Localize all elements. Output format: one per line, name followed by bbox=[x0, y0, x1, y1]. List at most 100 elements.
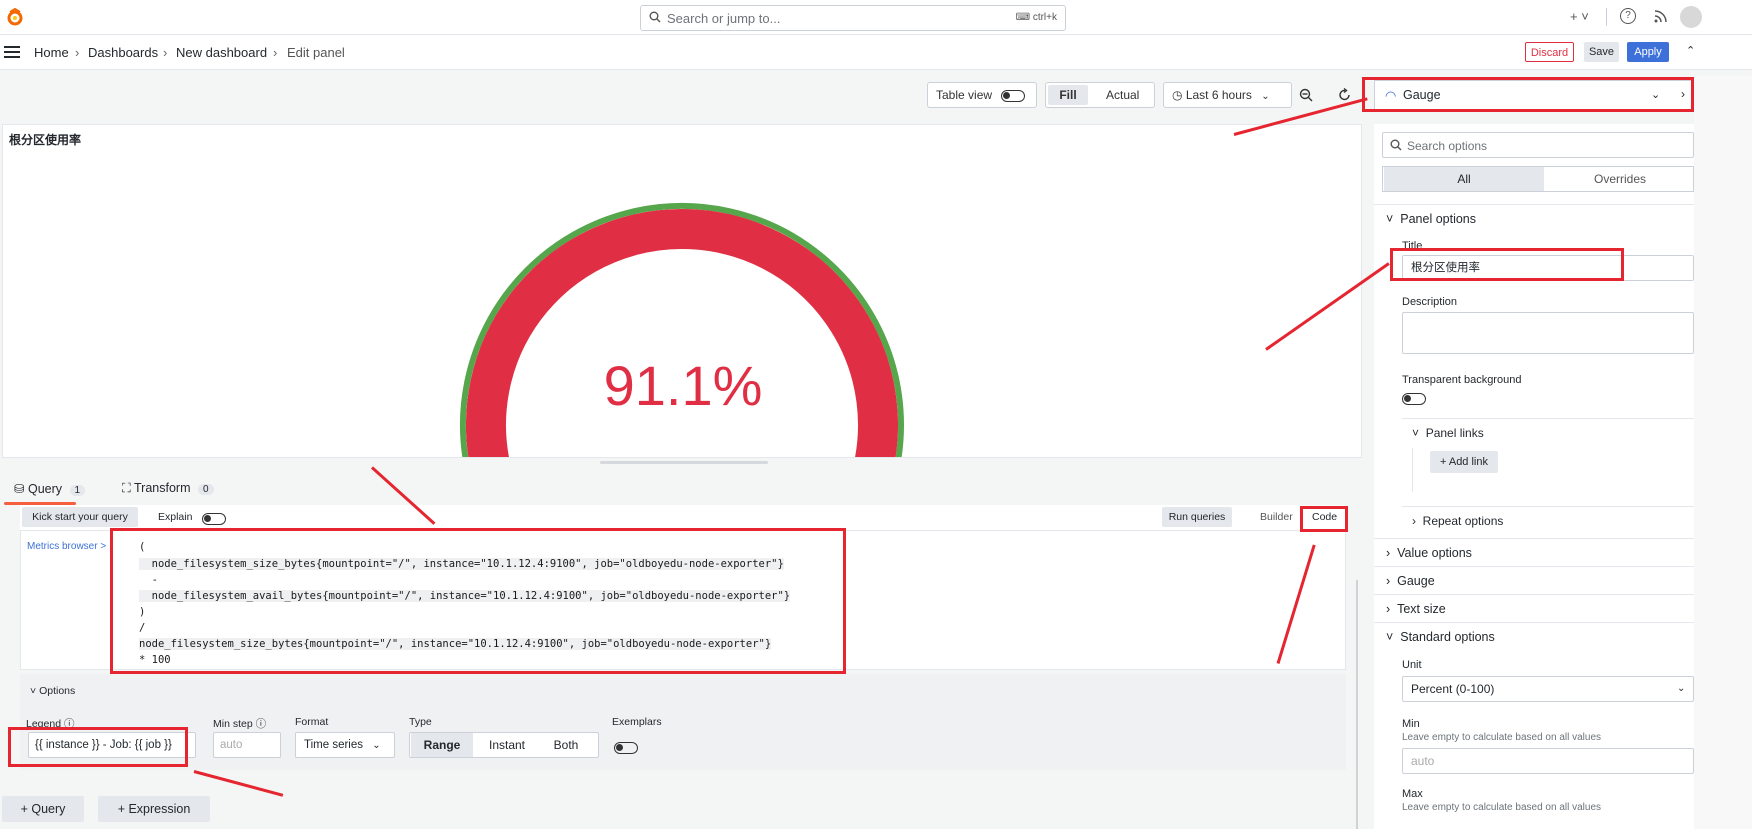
annotation-arrow bbox=[193, 770, 284, 797]
actual-option[interactable]: Actual bbox=[1106, 83, 1139, 107]
format-value: Time series bbox=[304, 739, 363, 751]
format-select[interactable]: Time series ⌄ bbox=[295, 732, 395, 758]
breadcrumb-separator: › bbox=[75, 45, 80, 60]
min-step-input[interactable]: auto bbox=[213, 732, 281, 758]
hamburger-menu-icon[interactable] bbox=[4, 45, 20, 59]
min-step-label: Min step ⓘ bbox=[213, 718, 267, 730]
options-tabs: All Overrides bbox=[1382, 166, 1694, 192]
unit-select[interactable]: Percent (0-100) ⌄ bbox=[1402, 676, 1694, 702]
fill-option[interactable]: Fill bbox=[1048, 85, 1088, 105]
toggle-switch[interactable] bbox=[1001, 89, 1026, 102]
help-icon[interactable]: ? bbox=[1620, 8, 1636, 24]
transparent-background-label: Transparent background bbox=[1402, 374, 1522, 386]
type-both-option[interactable]: Both bbox=[538, 733, 594, 757]
database-icon: ⛁ bbox=[14, 482, 25, 496]
new-menu-button[interactable]: + ˅ bbox=[1570, 9, 1589, 24]
run-queries-button[interactable]: Run queries bbox=[1162, 507, 1232, 527]
type-range-option[interactable]: Range bbox=[411, 733, 473, 757]
unit-label: Unit bbox=[1402, 659, 1422, 671]
metrics-browser-link[interactable]: Metrics browser > bbox=[27, 541, 106, 552]
exemplars-label: Exemplars bbox=[612, 716, 662, 728]
breadcrumb-edit-panel: Edit panel bbox=[287, 45, 345, 60]
tab-overrides[interactable]: Overrides bbox=[1547, 167, 1693, 191]
query-editor-header: Kick start your query Explain Run querie… bbox=[20, 505, 1346, 530]
scrollbar[interactable] bbox=[1356, 580, 1358, 829]
breadcrumb-separator: › bbox=[273, 45, 278, 60]
section-panel-links-label: Panel links bbox=[1425, 426, 1484, 440]
avatar[interactable] bbox=[1680, 6, 1702, 28]
add-link-button[interactable]: + Add link bbox=[1430, 451, 1498, 473]
section-panel-options[interactable]: ˅ Panel options bbox=[1386, 212, 1476, 226]
transform-count-badge: 0 bbox=[198, 484, 214, 495]
kick-start-button[interactable]: Kick start your query bbox=[22, 507, 138, 527]
type-label: Type bbox=[409, 716, 432, 728]
query-tabs: ⛁ Query 1 ⛶ Transform 0 bbox=[0, 474, 1360, 505]
tab-transform[interactable]: ⛶ Transform 0 bbox=[122, 481, 214, 496]
refresh-icon[interactable] bbox=[1338, 88, 1352, 102]
tab-query[interactable]: ⛁ Query 1 bbox=[14, 481, 86, 496]
collapse-icon[interactable]: ⌃ bbox=[1686, 44, 1695, 57]
annotation-box-code bbox=[1300, 506, 1348, 532]
min-input[interactable]: auto bbox=[1402, 748, 1694, 774]
add-query-button[interactable]: + Query bbox=[2, 796, 84, 822]
discard-button[interactable]: Discard bbox=[1525, 42, 1574, 62]
section-gauge[interactable]: › Gauge bbox=[1386, 574, 1435, 588]
transparent-background-toggle[interactable] bbox=[1402, 392, 1426, 405]
query-options: ˅ Options Legend ⓘ {{ instance }} - Job:… bbox=[20, 674, 1346, 770]
search-input[interactable]: Search or jump to... ⌨ ctrl+k bbox=[640, 5, 1066, 31]
section-repeat-options[interactable]: › Repeat options bbox=[1412, 514, 1503, 528]
fill-actual-switch: Fill Actual bbox=[1045, 82, 1155, 108]
explain-toggle[interactable] bbox=[202, 512, 226, 525]
table-view-toggle[interactable]: Table view bbox=[927, 82, 1037, 108]
time-range-picker[interactable]: ◷ Last 6 hours ⌄ bbox=[1163, 82, 1292, 108]
section-standard-options-label: Standard options bbox=[1400, 630, 1495, 644]
section-text-size[interactable]: › Text size bbox=[1386, 602, 1446, 616]
page-margin bbox=[1694, 76, 1752, 829]
query-count-badge: 1 bbox=[69, 485, 86, 496]
max-help-text: Leave empty to calculate based on all va… bbox=[1402, 802, 1602, 813]
search-icon bbox=[1390, 139, 1402, 151]
unit-value: Percent (0-100) bbox=[1411, 682, 1495, 696]
breadcrumb-new-dashboard[interactable]: New dashboard bbox=[176, 45, 267, 60]
add-expression-button[interactable]: + Expression bbox=[98, 796, 210, 822]
section-repeat-options-label: Repeat options bbox=[1422, 514, 1504, 528]
chevron-down-icon: ⌄ bbox=[1261, 91, 1270, 102]
top-navbar: Search or jump to... ⌨ ctrl+k + ˅ ? bbox=[0, 0, 1752, 35]
section-standard-options[interactable]: ˅ Standard options bbox=[1386, 630, 1495, 644]
breadcrumb-bar: Home › Dashboards › New dashboard › Edit… bbox=[0, 35, 1752, 70]
options-header-label: Options bbox=[39, 685, 76, 697]
type-instant-option[interactable]: Instant bbox=[476, 733, 538, 757]
apply-button[interactable]: Apply bbox=[1627, 42, 1669, 62]
search-placeholder: Search or jump to... bbox=[667, 11, 781, 26]
section-value-options[interactable]: › Value options bbox=[1386, 546, 1472, 560]
tab-transform-label: Transform bbox=[134, 481, 191, 495]
grafana-logo-icon[interactable] bbox=[6, 8, 24, 26]
save-button[interactable]: Save bbox=[1584, 42, 1619, 62]
gauge-value-text: 91.1% bbox=[603, 354, 763, 417]
annotation-box-query bbox=[110, 528, 846, 674]
tab-all[interactable]: All bbox=[1384, 167, 1544, 191]
tab-query-label: Query bbox=[27, 482, 63, 496]
builder-mode-option[interactable]: Builder bbox=[1260, 511, 1293, 523]
clock-icon: ◷ bbox=[1172, 88, 1183, 102]
gauge-value-arc bbox=[466, 209, 898, 457]
search-options-input[interactable]: Search options bbox=[1382, 132, 1694, 158]
explain-label: Explain bbox=[158, 511, 193, 523]
section-text-size-label: Text size bbox=[1397, 602, 1446, 616]
keyboard-shortcut-hint: ⌨ ctrl+k bbox=[1015, 12, 1057, 23]
zoom-out-icon[interactable] bbox=[1299, 88, 1313, 102]
section-panel-links[interactable]: ˅ Panel links bbox=[1412, 426, 1484, 440]
options-header[interactable]: ˅ Options bbox=[30, 685, 75, 697]
min-label: Min bbox=[1402, 718, 1420, 730]
search-options-placeholder: Search options bbox=[1407, 139, 1488, 153]
exemplars-toggle[interactable] bbox=[614, 741, 638, 754]
divider bbox=[1606, 8, 1607, 26]
rss-icon[interactable] bbox=[1654, 10, 1667, 23]
breadcrumb-home[interactable]: Home bbox=[34, 45, 69, 60]
breadcrumb-separator: › bbox=[163, 45, 168, 60]
description-textarea[interactable] bbox=[1402, 312, 1694, 354]
section-gauge-label: Gauge bbox=[1397, 574, 1435, 588]
resize-handle[interactable] bbox=[600, 461, 768, 464]
type-radio-group: Range Instant Both bbox=[409, 732, 599, 758]
breadcrumb-dashboards[interactable]: Dashboards bbox=[88, 45, 158, 60]
